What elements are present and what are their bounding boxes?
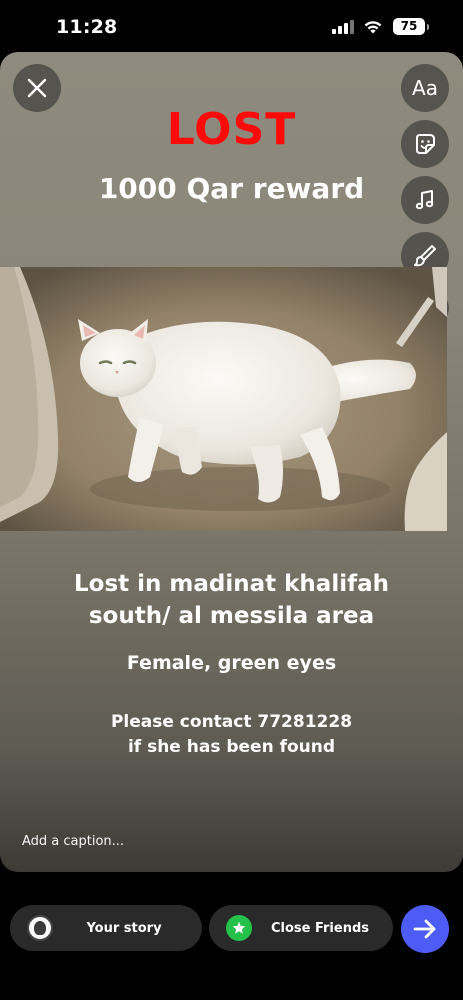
your-story-button[interactable]: Your story xyxy=(10,905,202,951)
close-friends-button[interactable]: Close Friends xyxy=(209,905,393,951)
signal-icon xyxy=(332,20,354,34)
text-tool-icon: Aa xyxy=(412,76,438,100)
draw-icon xyxy=(414,245,436,267)
share-bar: Your story Close Friends xyxy=(0,895,463,961)
send-button[interactable] xyxy=(401,905,449,953)
your-story-label: Your story xyxy=(86,920,162,936)
caption-input[interactable]: Add a caption... xyxy=(22,834,124,849)
arrow-right-icon xyxy=(413,919,436,939)
contact-text: Please contact 77281228 if she has been … xyxy=(0,710,463,760)
cat-photo xyxy=(0,267,447,531)
status-bar: 11:28 75 xyxy=(0,0,463,52)
close-icon xyxy=(27,78,47,98)
wifi-icon xyxy=(364,21,382,34)
status-time: 11:28 xyxy=(56,16,118,38)
location-line-1: Lost in madinat khalifah xyxy=(73,571,389,597)
story-canvas[interactable]: Aa LOST 1000 Qar reward Lost in madinat … xyxy=(0,52,463,872)
close-friends-label: Close Friends xyxy=(270,920,370,936)
location-line-2: south/ al messila area xyxy=(88,603,375,629)
contact-line-2: if she has been found xyxy=(127,737,336,757)
contact-line-1: Please contact 77281228 xyxy=(110,712,353,732)
battery-icon: 75 xyxy=(393,18,429,35)
reward-text: 1000 Qar reward xyxy=(98,172,365,205)
lost-title: LOST xyxy=(166,104,297,155)
location-text: Lost in madinat khalifah south/ al messi… xyxy=(0,568,463,632)
details-text: Female, green eyes xyxy=(126,652,337,674)
